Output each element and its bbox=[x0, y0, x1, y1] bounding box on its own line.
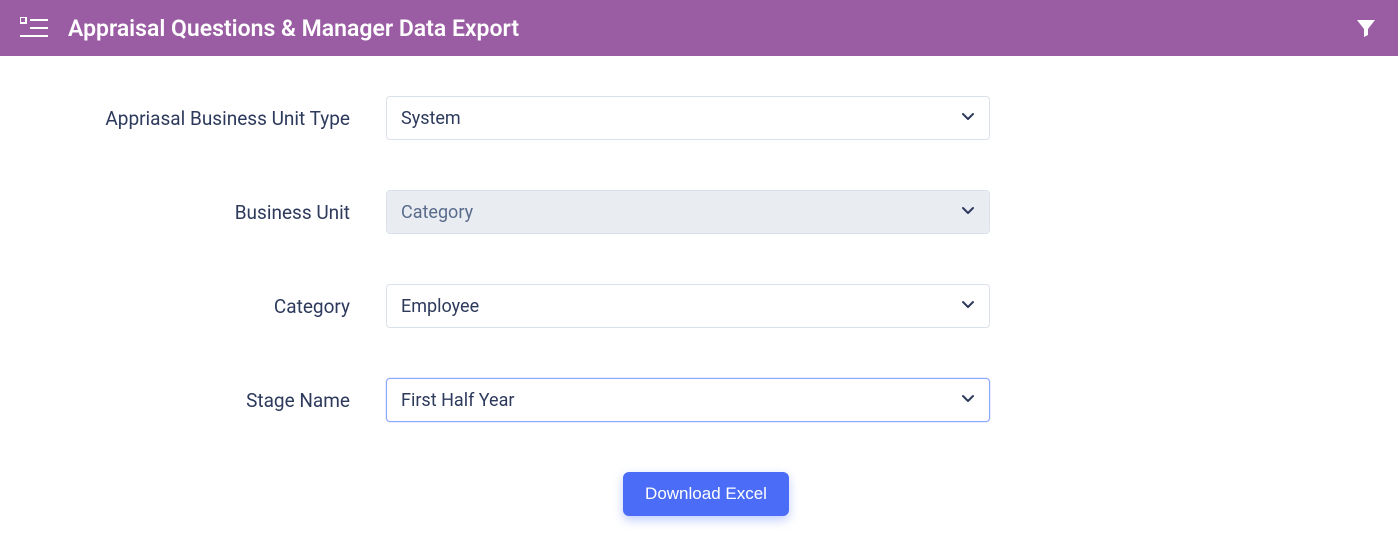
select-business-unit[interactable]: Category bbox=[386, 190, 990, 234]
chevron-down-icon bbox=[961, 297, 975, 315]
chevron-down-icon bbox=[961, 391, 975, 409]
filter-icon[interactable] bbox=[1354, 16, 1378, 40]
label-category: Category bbox=[26, 295, 386, 318]
button-wrap: Download Excel bbox=[404, 472, 1008, 516]
select-business-unit-type[interactable]: System bbox=[386, 96, 990, 140]
page-header: Appraisal Questions & Manager Data Expor… bbox=[0, 0, 1398, 56]
download-excel-button[interactable]: Download Excel bbox=[623, 472, 789, 516]
select-value: Category bbox=[401, 202, 473, 223]
select-category[interactable]: Employee bbox=[386, 284, 990, 328]
list-menu-icon[interactable] bbox=[20, 17, 48, 39]
chevron-down-icon bbox=[961, 203, 975, 221]
page-title: Appraisal Questions & Manager Data Expor… bbox=[68, 15, 519, 42]
label-stage-name: Stage Name bbox=[26, 389, 386, 412]
label-business-unit-type: Appriasal Business Unit Type bbox=[26, 107, 386, 130]
action-row: Download Excel bbox=[386, 472, 1386, 516]
form-row-stage-name: Stage Name First Half Year bbox=[26, 378, 1372, 422]
form-content: Appriasal Business Unit Type System Busi… bbox=[6, 56, 1392, 536]
select-value: System bbox=[401, 108, 461, 129]
select-value: First Half Year bbox=[401, 390, 514, 411]
form-row-business-unit-type: Appriasal Business Unit Type System bbox=[26, 96, 1372, 140]
form-row-business-unit: Business Unit Category bbox=[26, 190, 1372, 234]
select-value: Employee bbox=[401, 296, 479, 317]
header-left: Appraisal Questions & Manager Data Expor… bbox=[20, 15, 519, 42]
form-row-category: Category Employee bbox=[26, 284, 1372, 328]
select-stage-name[interactable]: First Half Year bbox=[386, 378, 990, 422]
chevron-down-icon bbox=[961, 109, 975, 127]
label-business-unit: Business Unit bbox=[26, 201, 386, 224]
